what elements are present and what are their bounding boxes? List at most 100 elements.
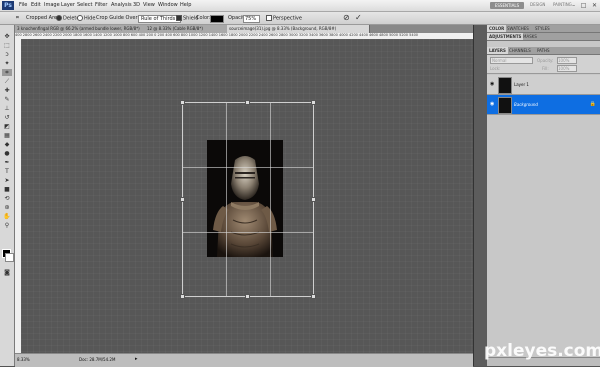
crop-grid-line — [183, 167, 313, 169]
layer-row-selected[interactable]: ◉ Background 🔒 — [487, 95, 600, 115]
close-icon[interactable]: ✕ — [592, 2, 597, 9]
crop-handle-top[interactable] — [245, 100, 250, 105]
crop-handle-top-right[interactable] — [311, 100, 316, 105]
clone-stamp-icon[interactable]: ⊥ — [2, 105, 12, 112]
crop-grid-line — [269, 103, 271, 296]
menu-analysis[interactable]: Analysis — [111, 2, 132, 8]
tab-layers[interactable]: LAYERS — [487, 47, 508, 54]
pen-tool-icon[interactable]: ✒ — [2, 159, 12, 166]
menu-3d[interactable]: 3D — [133, 2, 140, 8]
cancel-crop-icon[interactable]: ⊘ — [343, 13, 350, 22]
crop-handle-top-left[interactable] — [180, 100, 185, 105]
3d-rotate-icon[interactable]: ⟲ — [2, 195, 12, 202]
panel-dock: COLOR SWATCHES STYLES ADJUSTMENTS MASKS … — [487, 25, 600, 366]
tab-adjustments[interactable]: ADJUSTMENTS — [487, 33, 524, 40]
status-menu-icon[interactable]: ▸ — [135, 356, 138, 362]
magic-wand-tool-icon[interactable]: ✦ — [2, 60, 12, 67]
shield-color-swatch[interactable] — [210, 15, 224, 23]
crop-handle-bottom-left[interactable] — [180, 294, 185, 299]
crop-handle-bottom[interactable] — [245, 294, 250, 299]
blur-tool-icon[interactable]: ◆ — [2, 141, 12, 148]
tab-swatches[interactable]: SWATCHES — [505, 25, 531, 32]
healing-brush-icon[interactable]: ✚ — [2, 87, 12, 94]
eyedropper-tool-icon[interactable]: ⟋ — [2, 78, 12, 85]
quick-mask-icon[interactable]: ◙ — [2, 269, 12, 276]
crop-grid-line — [226, 103, 228, 296]
menu-window[interactable]: Window — [158, 2, 178, 8]
menu-layer[interactable]: Layer — [61, 2, 75, 8]
menu-image[interactable]: Image — [44, 2, 60, 8]
opacity-input[interactable]: 75% — [243, 15, 260, 23]
crop-grid-line — [183, 231, 313, 233]
tab-color[interactable]: COLOR — [487, 25, 507, 32]
shape-tool-icon[interactable]: ■ — [2, 186, 12, 193]
menu-view[interactable]: View — [143, 2, 155, 8]
menu-select[interactable]: Select — [77, 2, 92, 8]
lock-label: Lock: — [490, 66, 501, 71]
overlay-select[interactable]: Rule of Thirds — [138, 15, 182, 23]
visibility-eye-icon[interactable]: ◉ — [490, 101, 494, 107]
document-size: Doc: 28.7M/54.2M — [79, 357, 116, 362]
collapsed-panel-dock — [473, 25, 487, 366]
document-tab-active[interactable]: sourceimage(31).jpg @ 8.33% (Background,… — [227, 25, 370, 33]
crop-tool-icon[interactable]: ⌗ — [16, 15, 19, 21]
3d-orbit-icon[interactable]: ⊛ — [2, 204, 12, 211]
layers-controls: Normal Opacity: 100% Lock: Fill: 100% — [487, 55, 600, 74]
type-tool-icon[interactable]: T — [2, 168, 12, 175]
delete-radio[interactable]: Delete — [56, 15, 79, 22]
eraser-tool-icon[interactable]: ◩ — [2, 123, 12, 130]
perspective-checkbox[interactable]: Perspective — [266, 15, 302, 22]
crop-handle-right[interactable] — [311, 197, 316, 202]
tab-styles[interactable]: STYLES — [533, 25, 552, 32]
tab-channels[interactable]: CHANNELS — [507, 47, 533, 54]
tab-paths[interactable]: PATHS — [535, 47, 552, 54]
layer-thumbnail — [498, 97, 512, 114]
marquee-tool-icon[interactable]: ⬚ — [2, 42, 12, 49]
tab-masks[interactable]: MASKS — [521, 33, 539, 40]
zoom-level[interactable]: 8.33% — [17, 357, 30, 362]
layer-opacity-input[interactable]: 100% — [557, 57, 577, 64]
photoshop-logo: Ps — [2, 1, 14, 10]
blend-mode-select[interactable]: Normal — [490, 57, 533, 64]
document-tab[interactable]: 12 @ 8.33% (Cable RGB/8*) — [145, 25, 228, 33]
zoom-tool-icon[interactable]: ⚲ — [2, 222, 12, 229]
color-panel-tabs: COLOR SWATCHES STYLES — [487, 25, 600, 33]
document-tab[interactable]: 3 knochenfingal RGB @ 66.2% (armed bundl… — [15, 25, 146, 33]
workspace-design-button[interactable]: DESIGN — [530, 2, 545, 7]
menu-help[interactable]: Help — [180, 2, 191, 8]
path-selection-icon[interactable]: ➤ — [2, 177, 12, 184]
layer-row[interactable]: ◉ Layer 1 — [487, 75, 600, 95]
lock-icon: 🔒 — [589, 101, 596, 107]
hide-radio[interactable]: Hide — [77, 15, 95, 22]
brush-tool-icon[interactable]: ✎ — [2, 96, 12, 103]
layer-fill-input[interactable]: 100% — [557, 65, 577, 72]
crop-handle-bottom-right[interactable] — [311, 294, 316, 299]
visibility-eye-icon[interactable]: ◉ — [490, 81, 494, 87]
hand-tool-icon[interactable]: ✋ — [2, 213, 12, 220]
history-brush-icon[interactable]: ↺ — [2, 114, 12, 121]
status-bar: 8.33% Doc: 28.7M/54.2M ▸ — [15, 353, 473, 367]
opacity-label: Opacity: — [537, 58, 554, 63]
gradient-tool-icon[interactable]: ▦ — [2, 132, 12, 139]
lasso-tool-icon[interactable]: ↄ — [2, 51, 12, 58]
workspace-essentials-button[interactable]: ESSENTIALS — [490, 2, 524, 9]
maximize-icon[interactable]: □ — [581, 2, 587, 9]
background-color-swatch[interactable] — [5, 253, 14, 262]
menu-edit[interactable]: Edit — [31, 2, 41, 8]
crop-handle-left[interactable] — [180, 197, 185, 202]
options-bar: ⌗ Cropped Area: Delete Hide Crop Guide O… — [0, 12, 600, 25]
menu-file[interactable]: File — [19, 2, 27, 8]
crop-bounding-box[interactable] — [180, 100, 316, 299]
menu-filter[interactable]: Filter — [95, 2, 107, 8]
crop-tool-icon[interactable]: ⌗ — [2, 69, 12, 76]
minimize-icon[interactable]: – — [572, 2, 575, 9]
color-label: Color: — [196, 15, 211, 21]
fill-label: Fill: — [542, 66, 549, 71]
tools-panel: ✥ ⬚ ↄ ✦ ⌗ ⟋ ✚ ✎ ⊥ ↺ ◩ ▦ ◆ ● ✒ T ➤ ■ ⟲ ⊛ … — [0, 25, 15, 366]
commit-crop-icon[interactable]: ✓ — [355, 13, 362, 22]
move-tool-icon[interactable]: ✥ — [2, 33, 12, 40]
dodge-tool-icon[interactable]: ● — [2, 150, 12, 157]
watermark-logo: pxleyes.com — [484, 341, 600, 361]
canvas-area[interactable] — [21, 39, 473, 353]
document-tab-bar: 3 knochenfingal RGB @ 66.2% (armed bundl… — [15, 25, 473, 33]
